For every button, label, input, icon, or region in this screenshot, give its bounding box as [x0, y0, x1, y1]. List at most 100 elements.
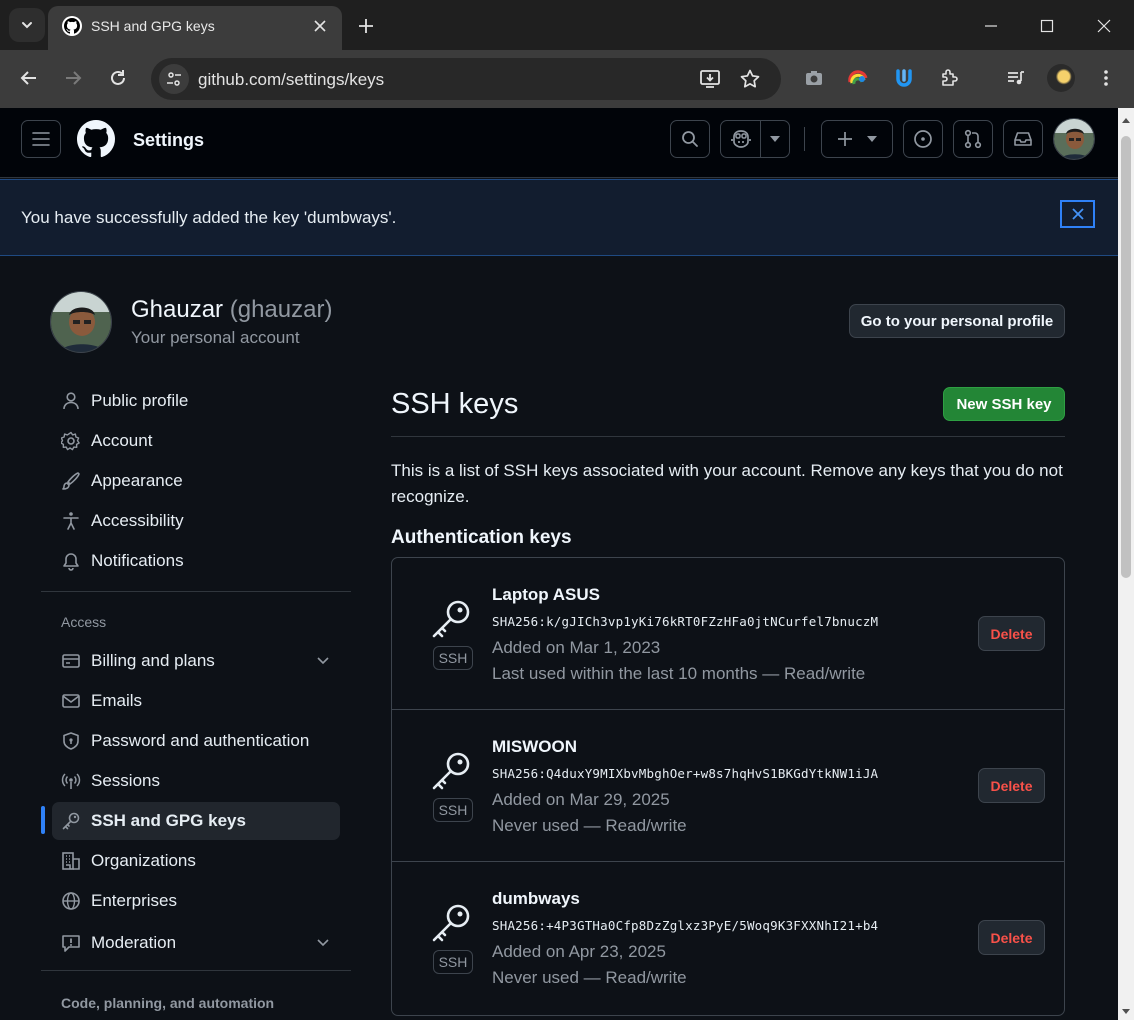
chevron-down-icon[interactable] [761, 136, 789, 142]
inbox-button[interactable] [1003, 120, 1043, 158]
browser-profile-avatar[interactable] [1047, 64, 1075, 92]
sidebar-item-accessibility[interactable]: Accessibility [52, 502, 340, 540]
mail-icon [62, 694, 80, 708]
media-control-button[interactable] [1001, 63, 1031, 93]
title-divider [391, 436, 1065, 437]
new-ssh-key-button[interactable]: New SSH key [943, 387, 1065, 421]
sidebar-active-indicator [41, 806, 45, 834]
sidebar-item-account[interactable]: Account [52, 422, 340, 460]
plus-icon [838, 132, 852, 146]
flash-dismiss-button[interactable] [1060, 200, 1095, 228]
install-app-icon[interactable] [699, 68, 721, 90]
account-handle: (ghauzar) [229, 296, 333, 323]
browser-tab-active[interactable]: SSH and GPG keys [48, 6, 342, 50]
window-close-button[interactable] [1090, 12, 1118, 40]
browser-menu-button[interactable] [1091, 63, 1121, 93]
sidebar-item-emails[interactable]: Emails [52, 682, 340, 720]
create-new-button[interactable] [821, 120, 893, 158]
tab-search-button[interactable] [9, 8, 45, 42]
copilot-button-group[interactable] [720, 120, 790, 158]
sidebar-divider [41, 591, 351, 592]
camera-icon [806, 71, 822, 85]
triangle-down-icon [867, 136, 877, 142]
search-button[interactable] [670, 120, 710, 158]
paintbrush-icon [62, 472, 80, 490]
extensions-button[interactable] [934, 63, 964, 93]
key-usage: Never used — Read/write [492, 968, 687, 987]
sidebar-item-label: Notifications [91, 551, 184, 570]
chevron-down-icon [317, 939, 329, 947]
close-icon [1071, 208, 1084, 220]
scroll-thumb[interactable] [1121, 136, 1131, 578]
ssh-badge: SSH [433, 950, 473, 974]
back-button[interactable] [14, 63, 44, 93]
pull-requests-button[interactable] [953, 120, 993, 158]
issues-button[interactable] [903, 120, 943, 158]
sidebar-item-organizations[interactable]: Organizations [52, 842, 340, 880]
sidebar-item-billing[interactable]: Billing and plans [52, 642, 340, 680]
gear-icon [61, 431, 80, 451]
translate-extension-button[interactable] [889, 63, 919, 93]
sidebar-item-moderation[interactable]: Moderation [52, 924, 340, 962]
sidebar-item-label: Organizations [91, 851, 196, 870]
sidebar-item-public-profile[interactable]: Public profile [52, 382, 340, 420]
ssh-badge: SSH [433, 798, 473, 822]
screenshot-extension-button[interactable] [799, 63, 829, 93]
github-favicon-icon [62, 16, 82, 36]
scroll-down-arrow-icon[interactable] [1122, 1009, 1130, 1014]
sidebar-item-enterprises[interactable]: Enterprises [52, 882, 340, 920]
flash-notice: You have successfully added the key 'dum… [0, 179, 1118, 256]
key-name: Laptop ASUS [492, 585, 600, 604]
sidebar-item-label: Enterprises [91, 891, 177, 910]
page-scrollbar[interactable] [1118, 108, 1134, 1020]
sidebar-section-code: Code, planning, and automation [61, 995, 275, 1011]
forward-button[interactable] [58, 63, 88, 93]
maximize-button[interactable] [1033, 12, 1061, 40]
scroll-up-arrow-icon[interactable] [1122, 118, 1130, 123]
github-logo-icon[interactable] [77, 120, 115, 158]
minimize-button[interactable] [977, 12, 1005, 40]
minimize-icon [985, 25, 997, 27]
header-context-title[interactable]: Settings [133, 130, 204, 151]
sidebar-item-label: Account [91, 431, 153, 450]
key-name: MISWOON [492, 737, 577, 756]
sidebar-item-password[interactable]: Password and authentication [52, 722, 340, 760]
tab-close-icon[interactable] [310, 16, 330, 36]
account-display-name: Ghauzar [131, 296, 224, 323]
sidebar-item-notifications[interactable]: Notifications [52, 542, 340, 580]
flash-message: You have successfully added the key 'dum… [21, 208, 397, 227]
search-icon [682, 131, 698, 147]
arrow-left-icon [20, 71, 36, 85]
user-avatar[interactable] [1053, 118, 1095, 160]
globe-icon [62, 892, 80, 910]
sidebar-item-appearance[interactable]: Appearance [52, 462, 340, 500]
sidebar-item-label: Accessibility [91, 511, 184, 530]
go-to-profile-button[interactable]: Go to your personal profile [849, 304, 1065, 338]
delete-key-button[interactable]: Delete [978, 616, 1045, 651]
new-tab-button[interactable] [352, 12, 380, 40]
sidebar-item-label: SSH and GPG keys [91, 811, 246, 830]
address-bar[interactable]: github.com/settings/keys [151, 58, 781, 100]
key-usage: Never used — Read/write [492, 816, 687, 835]
ssh-key-list: SSH Laptop ASUS SHA256:k/gJICh3vp1yKi76k… [391, 557, 1065, 1016]
intro-text: This is a list of SSH keys associated wi… [391, 461, 1063, 506]
color-extension-button[interactable] [843, 63, 873, 93]
bookmark-star-icon[interactable] [739, 68, 761, 90]
extension-logo-icon [896, 69, 912, 87]
sidebar-item-label: Public profile [91, 391, 189, 410]
delete-key-button[interactable]: Delete [978, 920, 1045, 955]
close-icon [1097, 19, 1111, 33]
delete-key-button[interactable]: Delete [978, 768, 1045, 803]
sidebar-item-ssh-gpg-keys[interactable]: SSH and GPG keys [52, 802, 340, 840]
section-title-authentication-keys: Authentication keys [391, 527, 572, 548]
page-title: SSH keys [391, 388, 519, 420]
sidebar-item-sessions[interactable]: Sessions [52, 762, 340, 800]
global-nav-menu-button[interactable] [21, 120, 61, 158]
key-icon [432, 904, 470, 942]
key-icon [62, 812, 80, 830]
key-icon [432, 600, 470, 638]
copilot-icon[interactable] [721, 129, 760, 149]
site-info-icon[interactable] [159, 64, 189, 94]
sidebar-item-label: Billing and plans [91, 651, 215, 670]
reload-button[interactable] [103, 63, 133, 93]
